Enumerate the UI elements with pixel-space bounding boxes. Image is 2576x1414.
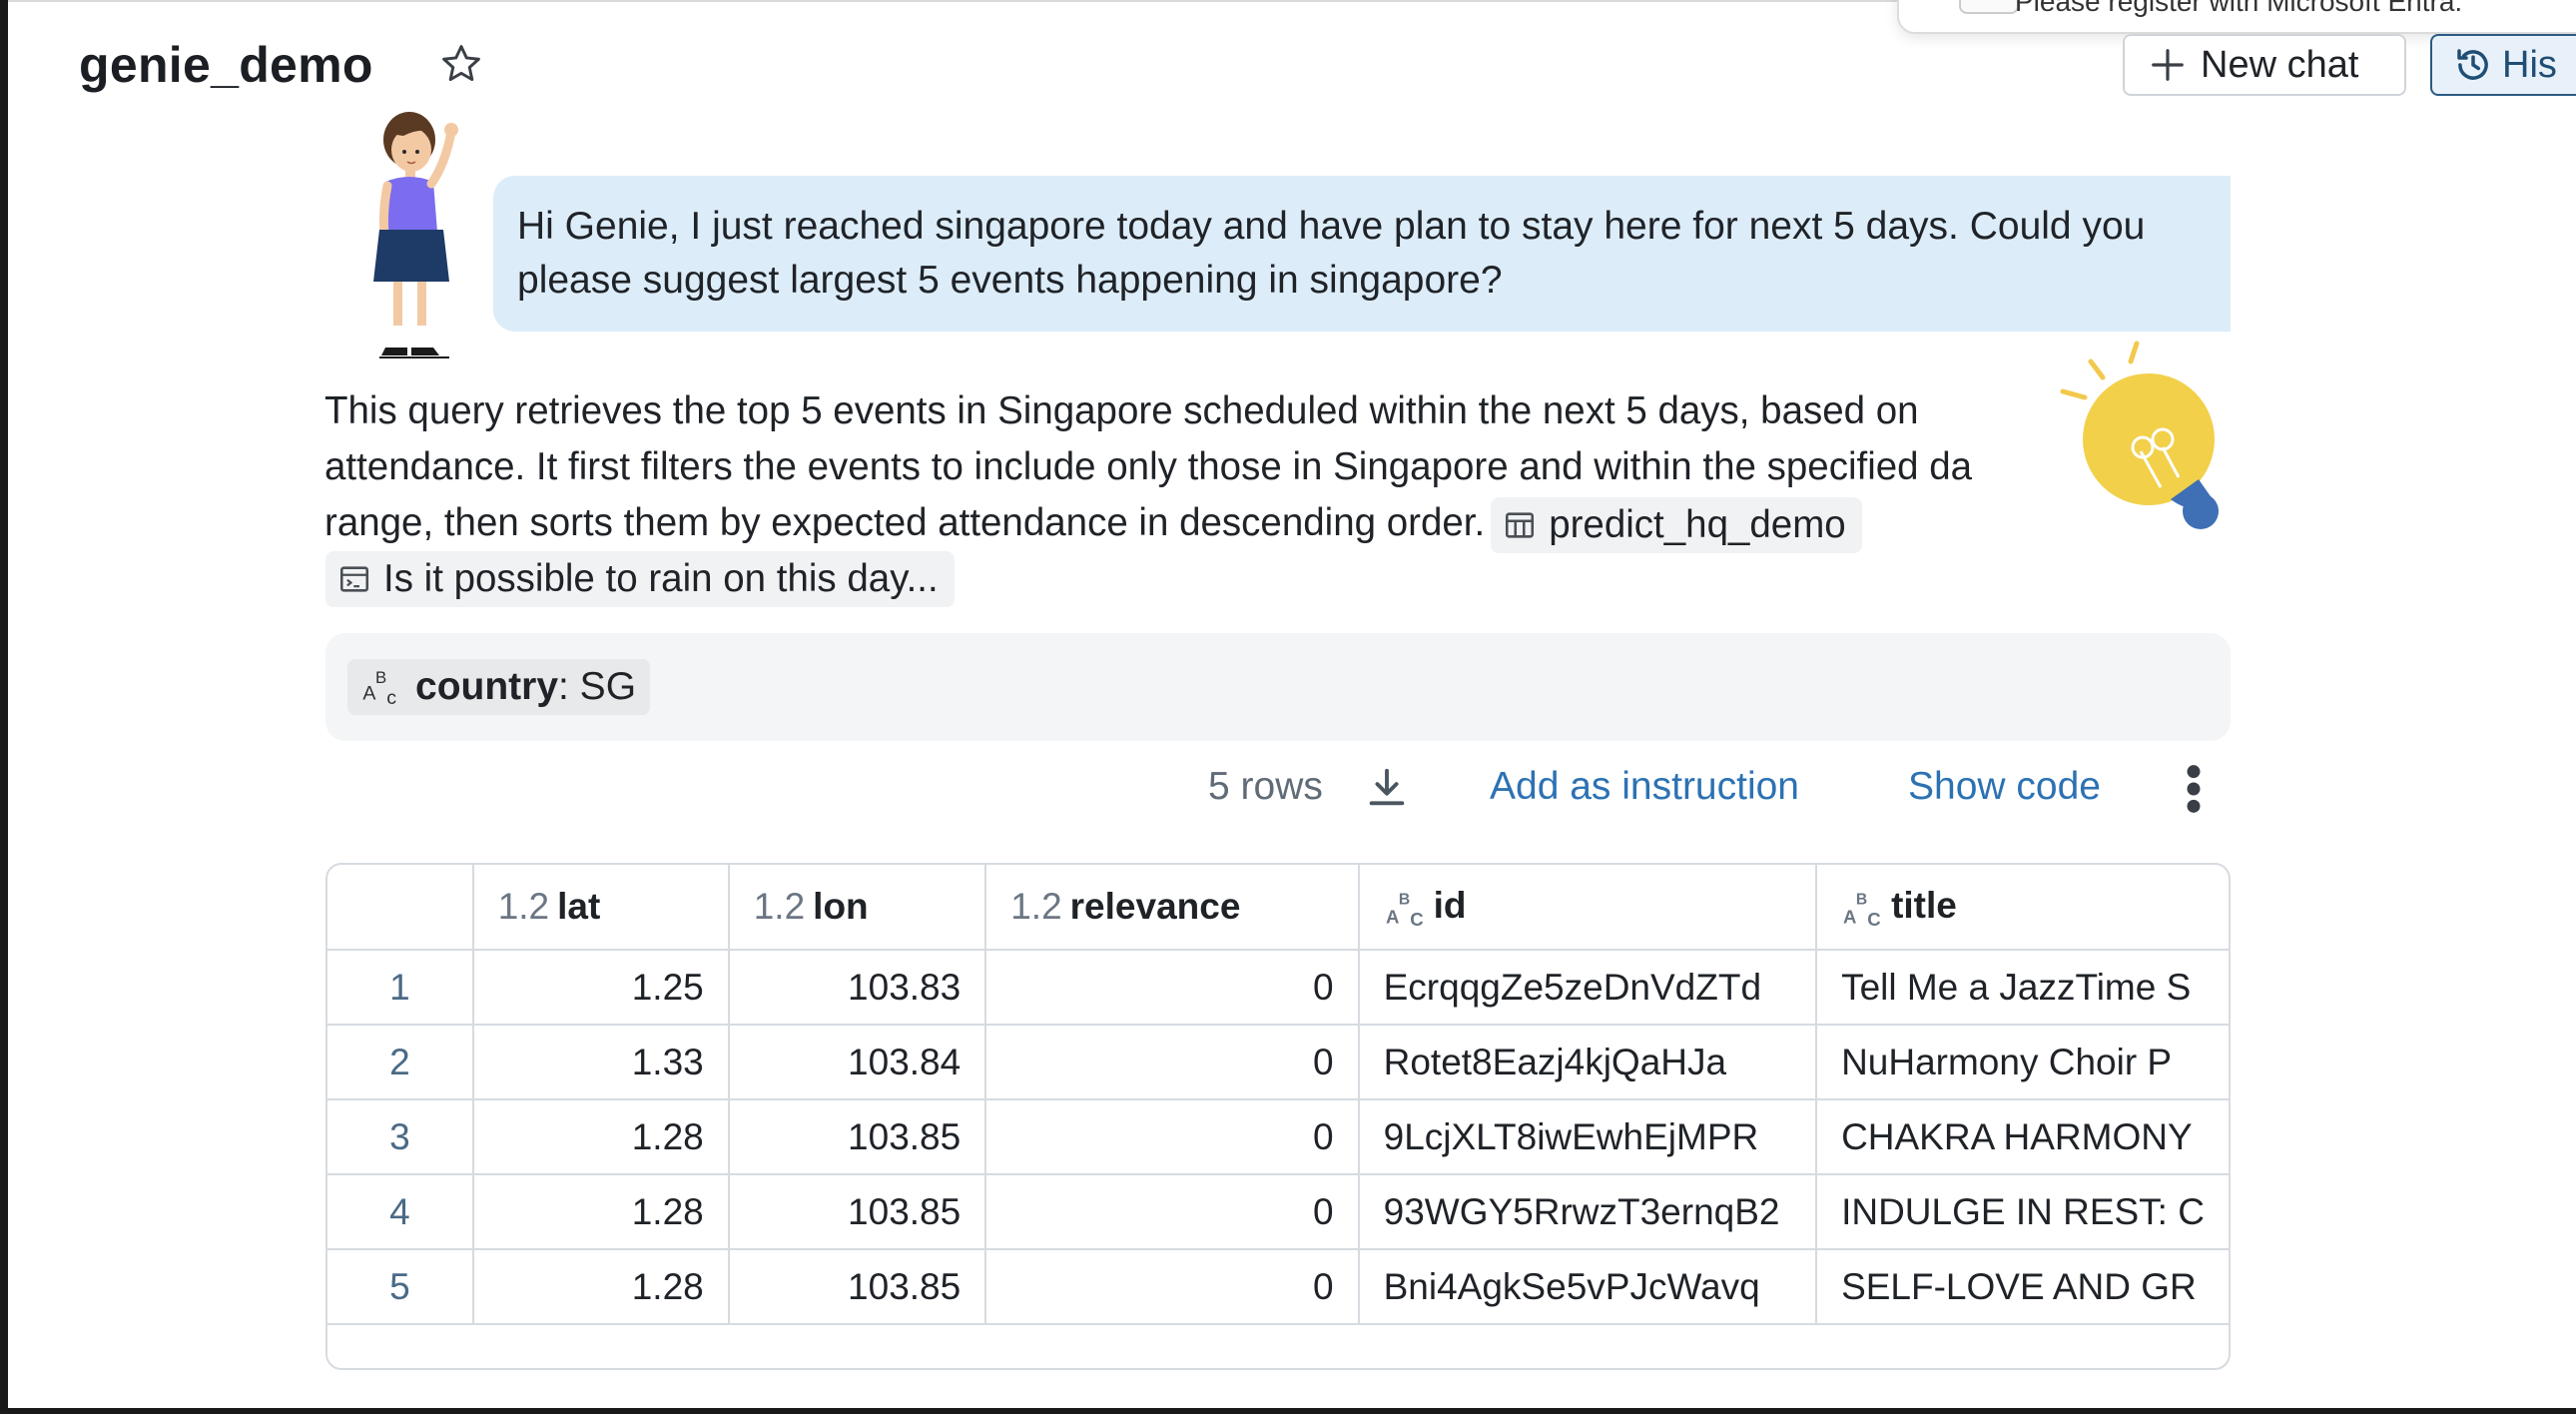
row-count: 5 rows <box>1208 765 1323 808</box>
results-table-container[interactable]: 1.2 lat 1.2 lon 1.2 relevance A B Cid A B Ctitl… <box>325 863 2231 1370</box>
genie-space-page: Please register with Microsoft Entra. ge… <box>0 0 2576 1414</box>
history-icon <box>2457 49 2488 80</box>
svg-text:B: B <box>1398 891 1409 908</box>
table-row[interactable]: 5 1.28 103.85 0 Bni4AgkSe5vPJcWavq SELF-LOVE … <box>327 1249 2229 1325</box>
followup-question-chip[interactable]: Is it possible to rain on this day... <box>325 551 955 607</box>
table-row[interactable]: 1 1.25 103.83 0 EcrqqgZe5zeDnVdZTd Tell Me a … <box>327 950 2229 1026</box>
table-body: 1 1.25 103.83 0 EcrqqgZe5zeDnVdZTd Tell Me a … <box>327 950 2229 1325</box>
table-row[interactable]: 3 1.28 103.85 0 9LcjXLT8iwEwhEjMPR CHAKRA HAR… <box>327 1099 2229 1175</box>
table-reference-chip[interactable]: predict_hq_demo <box>1491 496 1862 553</box>
assistant-answer: This query retrieves the top 5 events in… <box>324 383 2102 553</box>
svg-text:B: B <box>375 668 386 687</box>
followup-chip-label: Is it possible to rain on this day... <box>383 557 939 600</box>
row-index-cell: 1 <box>327 950 474 1026</box>
page-title: genie_demo <box>79 37 373 93</box>
lat-cell: 1.33 <box>472 1025 730 1100</box>
title-cell: SELF-LOVE AND GR <box>1816 1249 2229 1325</box>
filter-value: : SG <box>558 665 637 708</box>
download-icon[interactable] <box>1364 765 1410 811</box>
header-label: lat <box>557 886 601 927</box>
svg-text:A: A <box>1386 906 1399 927</box>
relevance-cell: 0 <box>985 1099 1360 1175</box>
string-type-icon: ABC <box>1843 891 1881 929</box>
number-type-icon: 1.2 <box>753 886 806 927</box>
lat-cell: 1.28 <box>472 1174 730 1250</box>
number-type-icon: 1.2 <box>1010 886 1062 927</box>
toast-checkbox[interactable] <box>1959 0 2019 14</box>
history-label: His <box>2502 43 2557 86</box>
header-cell-title[interactable]: A B Ctitle <box>1816 865 2229 951</box>
svg-text:C: C <box>1410 909 1423 929</box>
table-row[interactable]: 4 1.28 103.85 0 93WGY5RrwzT3ernqB2 INDULGE IN… <box>327 1174 2229 1250</box>
filter-chip-country[interactable]: A B c country: SG <box>347 659 651 715</box>
new-chat-button[interactable]: New chat <box>2123 34 2406 96</box>
header-cell-lat[interactable]: 1.2 lat <box>472 865 730 951</box>
history-button[interactable]: His <box>2430 34 2576 96</box>
row-index-cell: 5 <box>327 1249 474 1325</box>
filter-key: country <box>415 665 559 708</box>
table-row[interactable]: 2 1.33 103.84 0 Rotet8Eazj4kjQaHJa NuHarmony … <box>327 1025 2229 1100</box>
row-index-cell: 4 <box>327 1174 474 1250</box>
id-cell: 93WGY5RrwzT3ernqB2 <box>1358 1174 1818 1250</box>
more-options-icon[interactable] <box>2183 763 2205 815</box>
new-chat-label: New chat <box>2201 43 2359 86</box>
lon-cell: 103.85 <box>728 1249 987 1325</box>
header-cell-relevance[interactable]: 1.2 relevance <box>985 865 1360 951</box>
lat-cell: 1.28 <box>472 1249 730 1325</box>
table-header-row: 1.2 lat 1.2 lon 1.2 relevance A B Cid A B Ctitl… <box>327 865 2229 951</box>
string-type-icon: A B c <box>362 668 396 708</box>
svg-text:B: B <box>1856 891 1867 908</box>
lon-cell: 103.85 <box>728 1174 987 1250</box>
plus-icon <box>2152 49 2184 81</box>
row-index-cell: 3 <box>327 1099 474 1175</box>
toast-message: Please register with Microsoft Entra. <box>2015 0 2463 17</box>
relevance-cell: 0 <box>985 950 1360 1026</box>
relevance-cell: 0 <box>985 1025 1360 1100</box>
table-chip-label: predict_hq_demo <box>1549 502 1846 546</box>
lon-cell: 103.83 <box>728 950 987 1026</box>
lightbulb-icon <box>2060 341 2219 529</box>
row-index-cell: 2 <box>327 1025 474 1100</box>
header-label: id <box>1433 885 1467 927</box>
svg-text:A: A <box>1843 906 1856 927</box>
header-label: relevance <box>1069 886 1241 927</box>
header-label: lon <box>813 886 869 927</box>
header-cell-index <box>327 865 474 951</box>
window-left-edge <box>0 0 8 1414</box>
lon-cell: 103.84 <box>728 1025 987 1100</box>
window-bottom-edge <box>0 1408 2576 1414</box>
answer-text-continued: range, then sorts them by expected atten… <box>324 501 1486 544</box>
title-cell: CHAKRA HARMONY <box>1816 1099 2229 1175</box>
header-label: title <box>1891 885 1957 927</box>
number-type-icon: 1.2 <box>497 886 550 927</box>
answer-text: This query retrieves the top 5 events in… <box>324 389 1973 488</box>
relevance-cell: 0 <box>985 1174 1360 1250</box>
user-avatar-illustration <box>373 112 458 358</box>
title-cell: NuHarmony Choir P <box>1816 1025 2229 1100</box>
relevance-cell: 0 <box>985 1249 1360 1325</box>
id-cell: EcrqqgZe5zeDnVdZTd <box>1358 950 1818 1026</box>
table-icon <box>1506 512 1535 538</box>
id-cell: Bni4AgkSe5vPJcWavq <box>1358 1249 1818 1325</box>
svg-text:C: C <box>1867 909 1880 929</box>
lon-cell: 103.85 <box>728 1099 987 1175</box>
id-cell: Rotet8Eazj4kjQaHJa <box>1358 1025 1818 1100</box>
show-code-link[interactable]: Show code <box>1908 765 2101 809</box>
title-cell: INDULGE IN REST: C <box>1816 1174 2229 1250</box>
add-as-instruction-link[interactable]: Add as instruction <box>1490 765 1799 809</box>
title-cell: Tell Me a JazzTime S <box>1816 950 2229 1026</box>
string-type-icon: ABC <box>1386 891 1424 929</box>
sql-query-icon <box>339 566 369 592</box>
header-cell-lon[interactable]: 1.2 lon <box>728 865 987 951</box>
favorite-star-icon[interactable] <box>439 42 483 86</box>
lat-cell: 1.25 <box>472 950 730 1026</box>
svg-text:c: c <box>386 687 396 708</box>
id-cell: 9LcjXLT8iwEwhEjMPR <box>1358 1099 1818 1175</box>
user-message-bubble: Hi Genie, I just reached singapore today… <box>493 176 2231 332</box>
lat-cell: 1.28 <box>472 1099 730 1175</box>
header-cell-id[interactable]: A B Cid <box>1358 865 1818 951</box>
results-table: 1.2 lat 1.2 lon 1.2 relevance A B Cid A B Ctitl… <box>327 865 2229 1325</box>
